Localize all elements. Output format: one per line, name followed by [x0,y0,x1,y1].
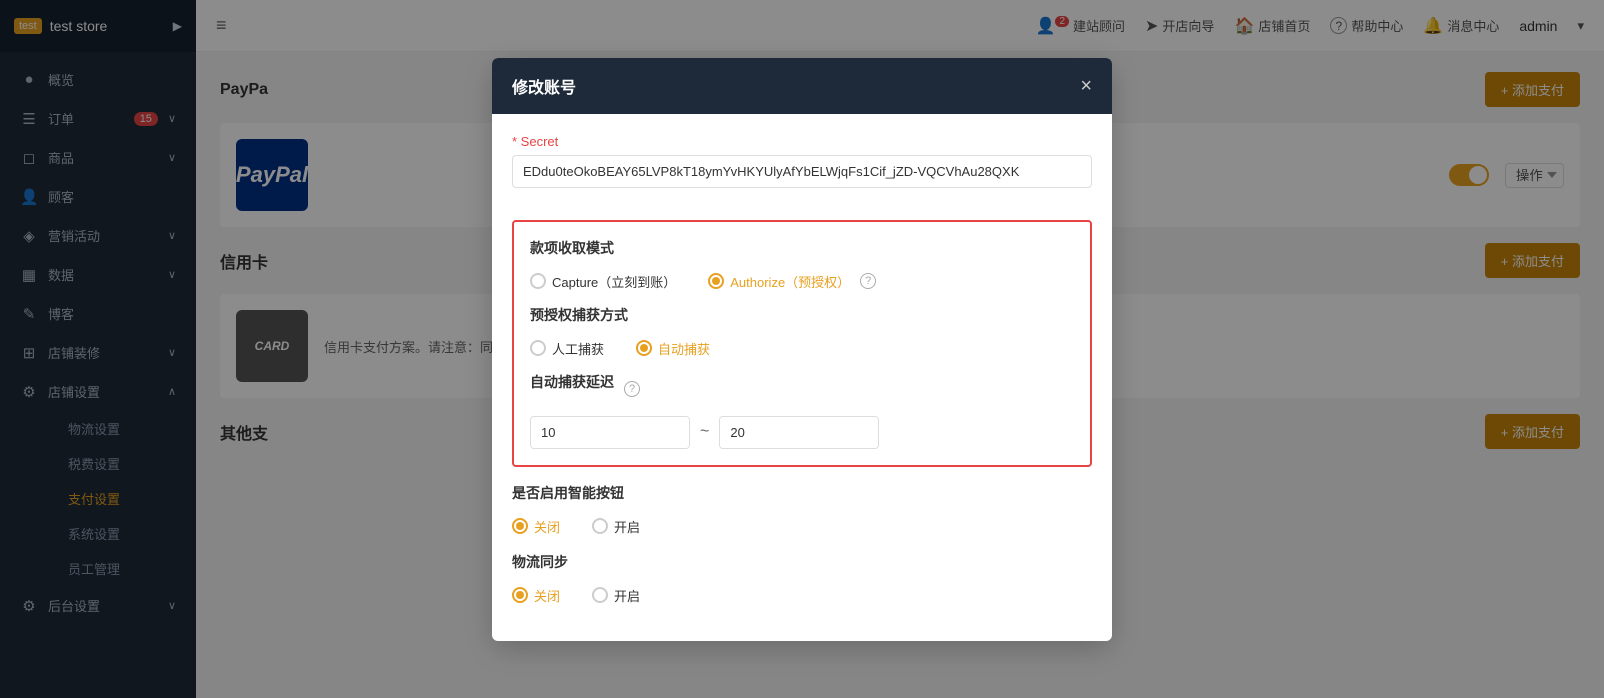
logistics-off-label: 关闭 [534,586,560,605]
highlight-section: 款项收取模式 Capture（立刻到账） Authorize（预授权） ? 预授… [512,220,1092,467]
delay-max-input-wrap: 秒 ∨ [719,416,879,449]
logistics-radio-group: 关闭 开启 [512,586,1092,605]
modal-header: 修改账号 × [492,58,1112,114]
manual-capture-radio[interactable] [530,340,546,356]
manual-capture-label: 人工捕获 [552,339,604,358]
smart-btn-open-label: 开启 [614,517,640,536]
smart-btn-close-option[interactable]: 关闭 [512,517,560,536]
smart-btn-open-option[interactable]: 开启 [592,517,640,536]
logistics-on-label: 开启 [614,586,640,605]
auto-delay-help-icon[interactable]: ? [624,381,640,397]
smart-btn-section: 是否启用智能按钮 关闭 开启 [512,483,1092,536]
smart-btn-title: 是否启用智能按钮 [512,483,1092,503]
authorize-help-icon[interactable]: ? [860,273,876,289]
auto-capture-delay-section: 自动捕获延迟 ? 秒 ∨ ~ [530,372,1074,449]
secret-label: * Secret [512,134,1092,149]
delay-max-input[interactable] [720,417,879,448]
capture-option[interactable]: Capture（立刻到账） [530,272,676,291]
auto-capture-label: 自动捕获 [658,339,710,358]
authorize-radio[interactable] [708,273,724,289]
delay-separator: ~ [700,423,709,441]
authorize-label: Authorize（预授权） [730,272,850,291]
modal-body: * Secret 款项收取模式 Capture（立刻到账） Authorize（… [492,114,1112,641]
payment-mode-title: 款项收取模式 [530,238,1074,258]
modal-title: 修改账号 [512,74,576,98]
logistics-section: 物流同步 关闭 开启 [512,552,1092,605]
delay-min-input-wrap: 秒 ∨ [530,416,690,449]
secret-input[interactable] [512,155,1092,188]
modal-dialog: 修改账号 × * Secret 款项收取模式 Capture（立刻到账） [492,58,1112,641]
smart-btn-open-radio[interactable] [592,518,608,534]
secret-field-section: * Secret [512,134,1092,204]
manual-capture-option[interactable]: 人工捕获 [530,339,604,358]
modal-overlay[interactable]: 修改账号 × * Secret 款项收取模式 Capture（立刻到账） [0,0,1604,698]
smart-btn-radio-group: 关闭 开启 [512,517,1092,536]
authorize-capture-radio-group: 人工捕获 自动捕获 [530,339,1074,358]
logistics-title: 物流同步 [512,552,1092,572]
smart-btn-close-label: 关闭 [534,517,560,536]
modal-close-button[interactable]: × [1080,76,1092,96]
logistics-on-option[interactable]: 开启 [592,586,640,605]
logistics-off-option[interactable]: 关闭 [512,586,560,605]
authorize-capture-title: 预授权捕获方式 [530,305,1074,325]
auto-capture-radio[interactable] [636,340,652,356]
auto-capture-option[interactable]: 自动捕获 [636,339,710,358]
smart-btn-close-radio[interactable] [512,518,528,534]
delay-min-input[interactable] [531,417,690,448]
auto-delay-title: 自动捕获延迟 [530,372,614,392]
delay-row: 秒 ∨ ~ 秒 ∨ [530,416,1074,449]
capture-label: Capture（立刻到账） [552,272,676,291]
authorize-option[interactable]: Authorize（预授权） ? [708,272,876,291]
payment-mode-radio-group: Capture（立刻到账） Authorize（预授权） ? [530,272,1074,291]
logistics-on-radio[interactable] [592,587,608,603]
logistics-off-radio[interactable] [512,587,528,603]
capture-radio[interactable] [530,273,546,289]
